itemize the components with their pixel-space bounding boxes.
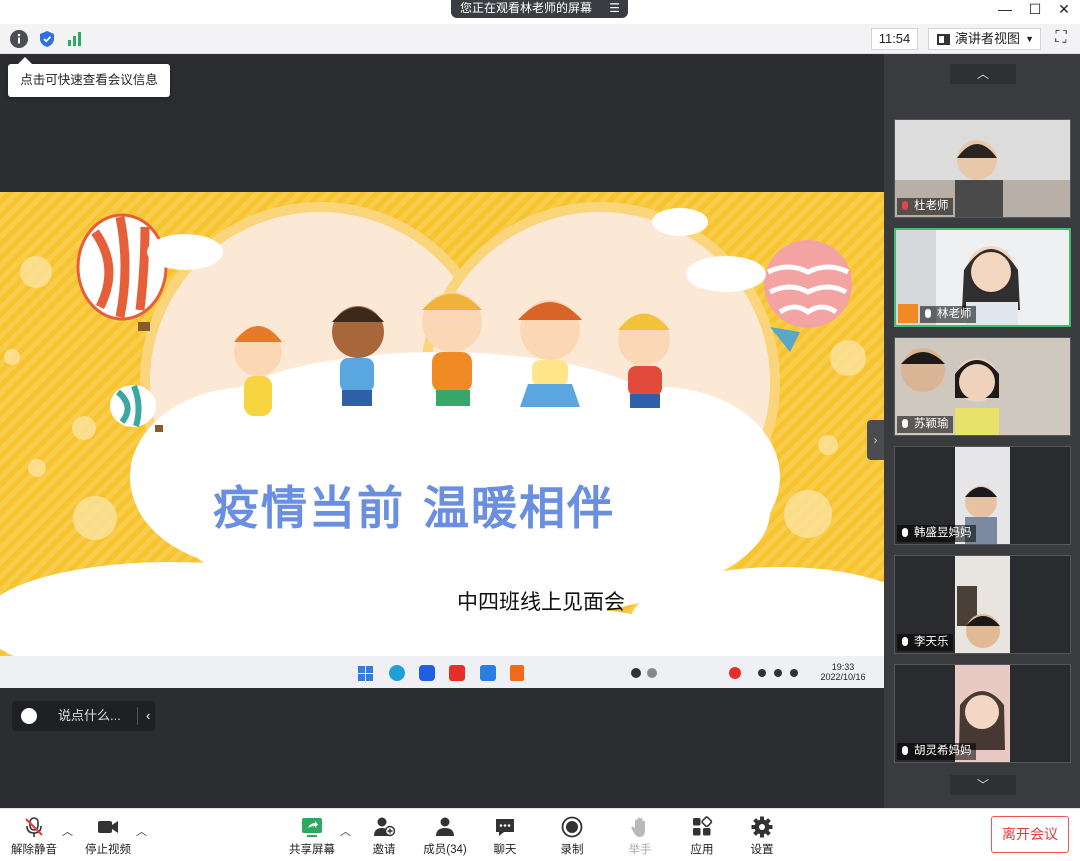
record-label: 录制 bbox=[560, 844, 584, 856]
gear-icon bbox=[751, 816, 773, 838]
speaker-view-icon bbox=[937, 34, 950, 45]
host-avatar-icon bbox=[898, 304, 918, 323]
collapse-chevron-icon[interactable]: ‹ bbox=[146, 701, 150, 731]
participant-tile-active-speaker[interactable]: 林老师 bbox=[894, 228, 1071, 327]
mic-on-icon bbox=[925, 309, 931, 318]
participant-tile[interactable]: 李天乐 bbox=[894, 555, 1071, 654]
settings-button[interactable]: 设置 bbox=[746, 813, 778, 859]
stop-video-label: 停止视频 bbox=[85, 844, 131, 856]
unmute-button[interactable]: 解除静音 bbox=[10, 813, 58, 859]
members-label: 成员(34) bbox=[423, 844, 467, 856]
menu-lines-icon[interactable]: ☰ bbox=[609, 0, 620, 17]
participant-tile[interactable]: 韩盛昱妈妈 bbox=[894, 446, 1071, 545]
shared-slide: 疫情当前 温暖相伴 中四班线上见面会 bbox=[0, 192, 884, 656]
audio-options-caret-icon[interactable]: ︿ bbox=[62, 823, 73, 839]
mic-on-icon bbox=[902, 746, 908, 755]
signal-strength-icon[interactable] bbox=[66, 30, 84, 48]
chevron-down-icon: ▼ bbox=[1025, 34, 1034, 44]
slide-illustration bbox=[0, 192, 884, 656]
apps-button[interactable]: 应用 bbox=[686, 813, 718, 859]
mic-on-icon bbox=[902, 419, 908, 428]
mic-muted-icon bbox=[25, 817, 43, 837]
mic-on-icon bbox=[902, 528, 908, 537]
add-user-icon bbox=[374, 817, 395, 837]
toggle-gallery-button[interactable]: › bbox=[867, 420, 884, 460]
taskbar-app-icons bbox=[358, 665, 798, 681]
chat-label: 聊天 bbox=[493, 844, 517, 856]
record-icon bbox=[561, 816, 583, 838]
video-camera-icon bbox=[98, 821, 118, 833]
participant-name: 林老师 bbox=[920, 306, 976, 323]
share-notice-text: 您正在观看林老师的屏幕 bbox=[460, 1, 593, 15]
share-screen-button[interactable]: 共享屏幕 bbox=[288, 813, 336, 859]
participant-name: 李天乐 bbox=[897, 634, 953, 651]
participant-gallery: ︿ 杜老师 林老师 苏颖瑜 韩盛昱妈妈 李天乐 胡灵希妈妈 ﹀ bbox=[884, 54, 1080, 808]
taskbar-time: 19:33 bbox=[831, 662, 855, 672]
mic-on-icon bbox=[902, 637, 908, 646]
participant-tile[interactable]: 胡灵希妈妈 bbox=[894, 664, 1071, 763]
raise-hand-icon bbox=[631, 817, 645, 837]
close-window-button[interactable]: ✕ bbox=[1050, 0, 1078, 20]
raise-hand-button[interactable]: 举手 bbox=[624, 813, 656, 859]
raise-hand-label: 举手 bbox=[628, 844, 652, 856]
settings-label: 设置 bbox=[750, 844, 774, 856]
minimize-button[interactable]: — bbox=[991, 0, 1019, 20]
gallery-scroll-down-icon[interactable]: ﹀ bbox=[950, 775, 1016, 795]
mic-muted-icon bbox=[902, 201, 908, 210]
window-titlebar: 您正在观看林老师的屏幕 ☰ — ☐ ✕ bbox=[0, 0, 1080, 24]
participant-name: 苏颖瑜 bbox=[897, 416, 953, 433]
participant-tile[interactable]: 杜老师 bbox=[894, 119, 1071, 218]
slide-title: 疫情当前 温暖相伴 bbox=[212, 480, 616, 536]
maximize-button[interactable]: ☐ bbox=[1021, 0, 1049, 20]
share-screen-icon bbox=[302, 818, 322, 837]
shared-taskbar: 19:33 2022/10/16 bbox=[0, 656, 884, 688]
record-button[interactable]: 录制 bbox=[556, 813, 588, 859]
participant-tile[interactable]: 苏颖瑜 bbox=[894, 337, 1071, 436]
meeting-app-icon bbox=[480, 665, 496, 681]
members-icon bbox=[436, 817, 454, 836]
participant-name: 胡灵希妈妈 bbox=[897, 743, 976, 760]
chat-button[interactable]: 聊天 bbox=[488, 813, 522, 859]
gallery-scroll-up-icon[interactable]: ︿ bbox=[950, 64, 1016, 84]
emoji-icon[interactable] bbox=[21, 708, 37, 724]
apps-label: 应用 bbox=[690, 844, 714, 856]
members-button[interactable]: 成员(34) bbox=[420, 813, 470, 859]
taskbar-clock: 19:33 2022/10/16 bbox=[820, 662, 866, 682]
app-l-icon bbox=[419, 665, 435, 681]
invite-button[interactable]: 邀请 bbox=[366, 813, 402, 859]
leave-meeting-button[interactable]: 离开会议 bbox=[991, 816, 1069, 853]
meeting-control-bar: 解除静音 ︿ 停止视频 ︿ 共享屏幕 ︿ 邀请 成员(34) 聊天 录制 举手 … bbox=[0, 808, 1080, 861]
info-icon[interactable] bbox=[10, 30, 28, 48]
taskbar-date: 2022/10/16 bbox=[820, 672, 866, 682]
share-options-caret-icon[interactable]: ︿ bbox=[340, 823, 351, 839]
stop-video-button[interactable]: 停止视频 bbox=[84, 813, 132, 859]
view-mode-dropdown[interactable]: 演讲者视图 ▼ bbox=[928, 28, 1041, 50]
video-options-caret-icon[interactable]: ︿ bbox=[136, 823, 147, 839]
chat-bubble-icon bbox=[496, 819, 514, 836]
meeting-toolbar: 11:54 演讲者视图 ▼ ⛶ bbox=[0, 24, 1080, 54]
invite-label: 邀请 bbox=[372, 844, 396, 856]
windows-start-icon bbox=[358, 666, 373, 681]
shared-screen-stage: 疫情当前 温暖相伴 中四班线上见面会 19:33 2022/10/16 说点什么… bbox=[0, 54, 884, 808]
share-screen-label: 共享屏幕 bbox=[289, 844, 335, 856]
participant-name: 韩盛昱妈妈 bbox=[897, 525, 976, 542]
view-mode-label: 演讲者视图 bbox=[955, 31, 1021, 46]
edge-browser-icon bbox=[389, 665, 405, 681]
meeting-info-tooltip: 点击可快速查看会议信息 bbox=[8, 57, 170, 97]
chat-divider bbox=[137, 707, 138, 725]
screen-share-notice[interactable]: 您正在观看林老师的屏幕 ☰ bbox=[451, 0, 628, 18]
apps-grid-icon bbox=[693, 816, 713, 836]
wps-icon bbox=[449, 665, 465, 681]
quick-chat-input[interactable]: 说点什么... ‹ bbox=[12, 701, 155, 731]
fullscreen-icon[interactable]: ⛶ bbox=[1051, 29, 1071, 49]
meeting-duration: 11:54 bbox=[871, 28, 918, 50]
participant-name: 杜老师 bbox=[897, 198, 953, 215]
slide-subtitle: 中四班线上见面会 bbox=[457, 590, 625, 614]
slides-app-icon bbox=[510, 665, 524, 681]
security-shield-icon[interactable] bbox=[38, 30, 56, 48]
unmute-label: 解除静音 bbox=[11, 844, 57, 856]
chat-placeholder: 说点什么... bbox=[58, 708, 121, 723]
